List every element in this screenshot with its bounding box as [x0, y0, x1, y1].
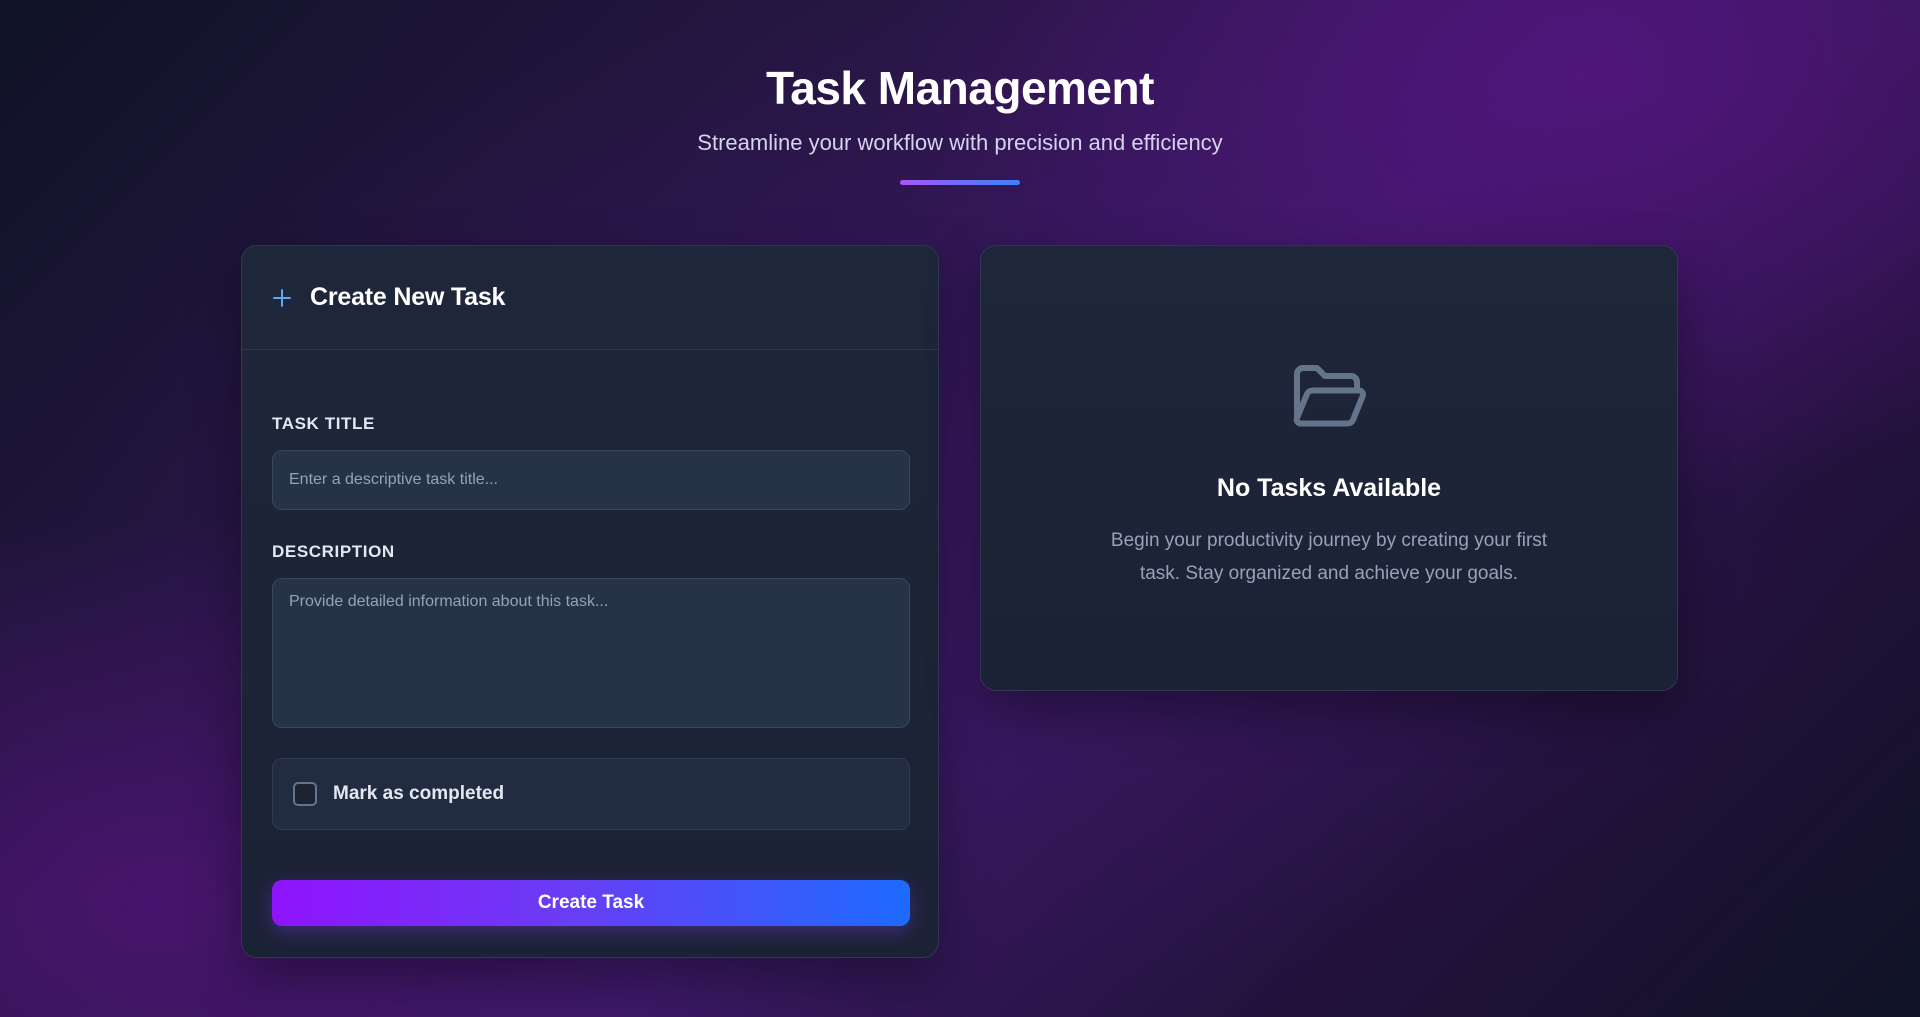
description-label: DESCRIPTION — [272, 542, 395, 561]
create-task-heading: Create New Task — [310, 283, 506, 311]
empty-state-title: No Tasks Available — [1216, 474, 1442, 502]
task-list-card: No Tasks Available Begin your productivi… — [980, 245, 1678, 691]
empty-state-message: Begin your productivity journey by creat… — [1110, 530, 1548, 584]
completed-checkbox-label[interactable]: Mark as completed — [333, 783, 504, 805]
mark-completed-row[interactable]: Mark as completed — [272, 758, 910, 830]
create-task-card: Create New Task TASK TITLE DESCRIPTION M… — [241, 245, 939, 958]
description-textarea[interactable] — [272, 578, 910, 728]
create-task-card-header: Create New Task — [242, 246, 938, 350]
create-task-button[interactable]: Create Task — [272, 880, 910, 926]
page-subtitle: Streamline your workflow with precision … — [697, 130, 1223, 155]
empty-state: No Tasks Available Begin your productivi… — [981, 246, 1677, 590]
completed-checkbox[interactable] — [293, 782, 317, 806]
plus-icon — [272, 288, 292, 308]
task-title-label: TASK TITLE — [272, 414, 375, 433]
page-title: Task Management — [766, 62, 1154, 114]
create-task-form: TASK TITLE DESCRIPTION Mark as completed… — [242, 414, 938, 926]
page-header: Task Management Streamline your workflow… — [0, 56, 1920, 185]
folder-open-icon — [1289, 360, 1369, 432]
title-accent-bar — [900, 180, 1020, 185]
task-title-input[interactable] — [272, 450, 910, 510]
